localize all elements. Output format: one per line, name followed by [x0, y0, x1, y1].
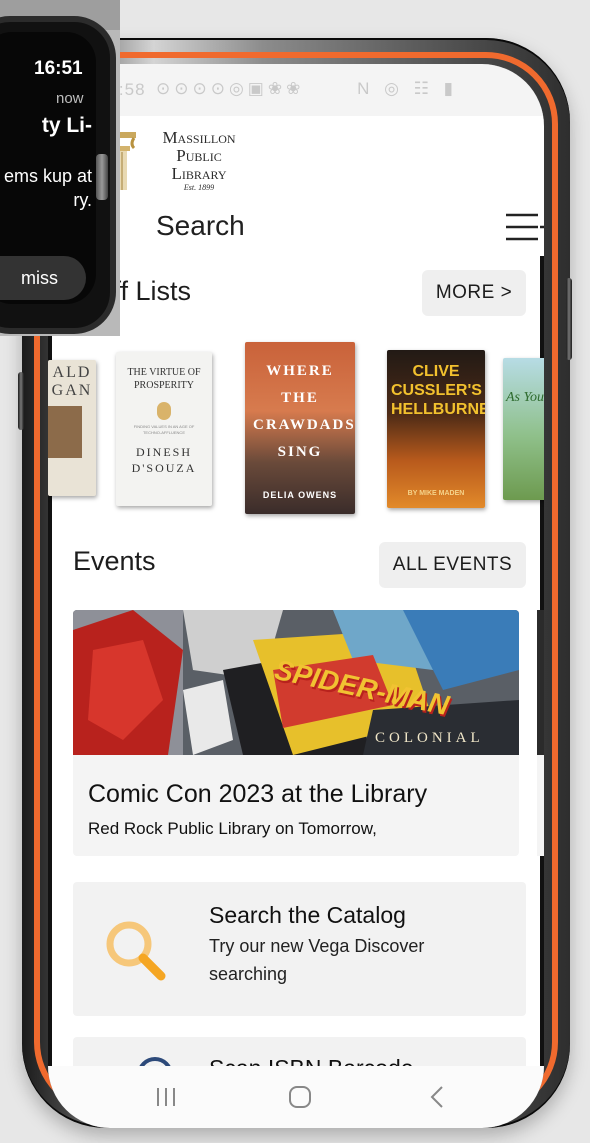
- logo-line-1: Massillon: [162, 128, 236, 147]
- event-title: Comic Con 2023 at the Library: [88, 780, 428, 808]
- notification-icons: ⊙⊙⊙⊙◎▣❀❀: [156, 79, 305, 98]
- phone-screen: 16:58 ⊙⊙⊙⊙◎▣❀❀ N ◎ ☷ ▮ Massillon Public …: [48, 64, 544, 1128]
- watch-crown: [96, 154, 108, 200]
- power-button: [566, 278, 572, 360]
- events-title: Events: [73, 546, 156, 576]
- event-card[interactable]: SPIDER-MAN COLONIAL Comic Con 2023 at th…: [73, 610, 519, 856]
- watch-dismiss-button[interactable]: miss: [0, 256, 86, 300]
- system-status-icons: N ◎ ☷ ▮: [357, 79, 458, 98]
- book-cover[interactable]: ALD GAN: [48, 360, 96, 496]
- app-header: Massillon Public Library Est. 1899: [48, 116, 544, 199]
- book-cover[interactable]: CLIVE CUSSLER'S HELLBURNER BY MIKE MADEN: [387, 350, 485, 508]
- book-emblem-icon: [157, 402, 171, 420]
- home-icon[interactable]: [280, 1082, 320, 1112]
- book-author: DINESH D'SOUZA: [131, 445, 197, 475]
- book-title: THE VIRTUE OF PROSPERITY: [127, 367, 201, 391]
- more-button[interactable]: MORE >: [422, 270, 526, 316]
- book-cover[interactable]: WHERE THE CRAWDADS SING DELIA OWENS: [245, 342, 355, 514]
- smartwatch-overlay: 16:51 now ty Li- ems kup at ry. miss: [0, 0, 120, 336]
- feature-description: Try our new Vega Discover searching: [209, 936, 425, 984]
- back-icon[interactable]: [418, 1082, 458, 1112]
- book-cover[interactable]: As You: [503, 358, 544, 500]
- logo-established: Est. 1899: [183, 183, 215, 192]
- event-image-next: [537, 610, 544, 755]
- book-title: CLIVE CUSSLER'S HELLBURNER: [391, 363, 485, 418]
- book-title: WHERE THE CRAWDADS SING: [253, 363, 355, 460]
- search-icon: [106, 921, 166, 981]
- book-title: As You: [505, 390, 544, 405]
- book-author: DELIA OWENS: [262, 490, 338, 500]
- watch-notification-app: ty Li-: [41, 114, 92, 137]
- book-subtitle: FINDING VALUES IN AN AGE OF TECHNO-AFFLU…: [133, 424, 195, 435]
- feature-title: Search the Catalog: [209, 902, 406, 928]
- catalog-search-card[interactable]: Search the Catalog Try our new Vega Disc…: [73, 882, 526, 1016]
- watch-notification-message: ems kup at ry.: [3, 166, 92, 210]
- watch-screen: 16:51 now ty Li- ems kup at ry. miss: [0, 32, 96, 304]
- volume-button: [18, 372, 24, 430]
- all-events-button[interactable]: ALL EVENTS: [379, 542, 526, 588]
- book-author: BY MIKE MADEN: [407, 490, 465, 497]
- hamburger-menu-icon[interactable]: [504, 209, 544, 245]
- comic-subtext: COLONIAL: [375, 730, 484, 746]
- search-input[interactable]: Search: [156, 210, 245, 242]
- search-bar[interactable]: Search: [72, 198, 544, 256]
- status-bar: 16:58 ⊙⊙⊙⊙◎▣❀❀ N ◎ ☷ ▮: [48, 64, 544, 116]
- library-name: Massillon Public Library Est. 1899: [144, 129, 254, 192]
- navigation-bar: [48, 1066, 544, 1128]
- recent-apps-icon[interactable]: [146, 1082, 186, 1112]
- event-image: SPIDER-MAN COLONIAL: [73, 610, 519, 755]
- logo-line-3: Library: [171, 164, 227, 183]
- book-cover[interactable]: THE VIRTUE OF PROSPERITY FINDING VALUES …: [116, 352, 212, 506]
- book-title: ALD GAN: [51, 364, 93, 399]
- event-subtitle: Red Rock Public Library on Tomorrow,: [88, 819, 377, 838]
- watch-time: 16:51: [34, 58, 83, 79]
- event-card-next[interactable]: [537, 610, 544, 856]
- watch-notification-time: now: [56, 90, 84, 107]
- logo-line-2: Public: [176, 146, 222, 165]
- book-portrait: [48, 406, 82, 458]
- photo-stage: 16:58 ⊙⊙⊙⊙◎▣❀❀ N ◎ ☷ ▮ Massillon Public …: [0, 0, 590, 1143]
